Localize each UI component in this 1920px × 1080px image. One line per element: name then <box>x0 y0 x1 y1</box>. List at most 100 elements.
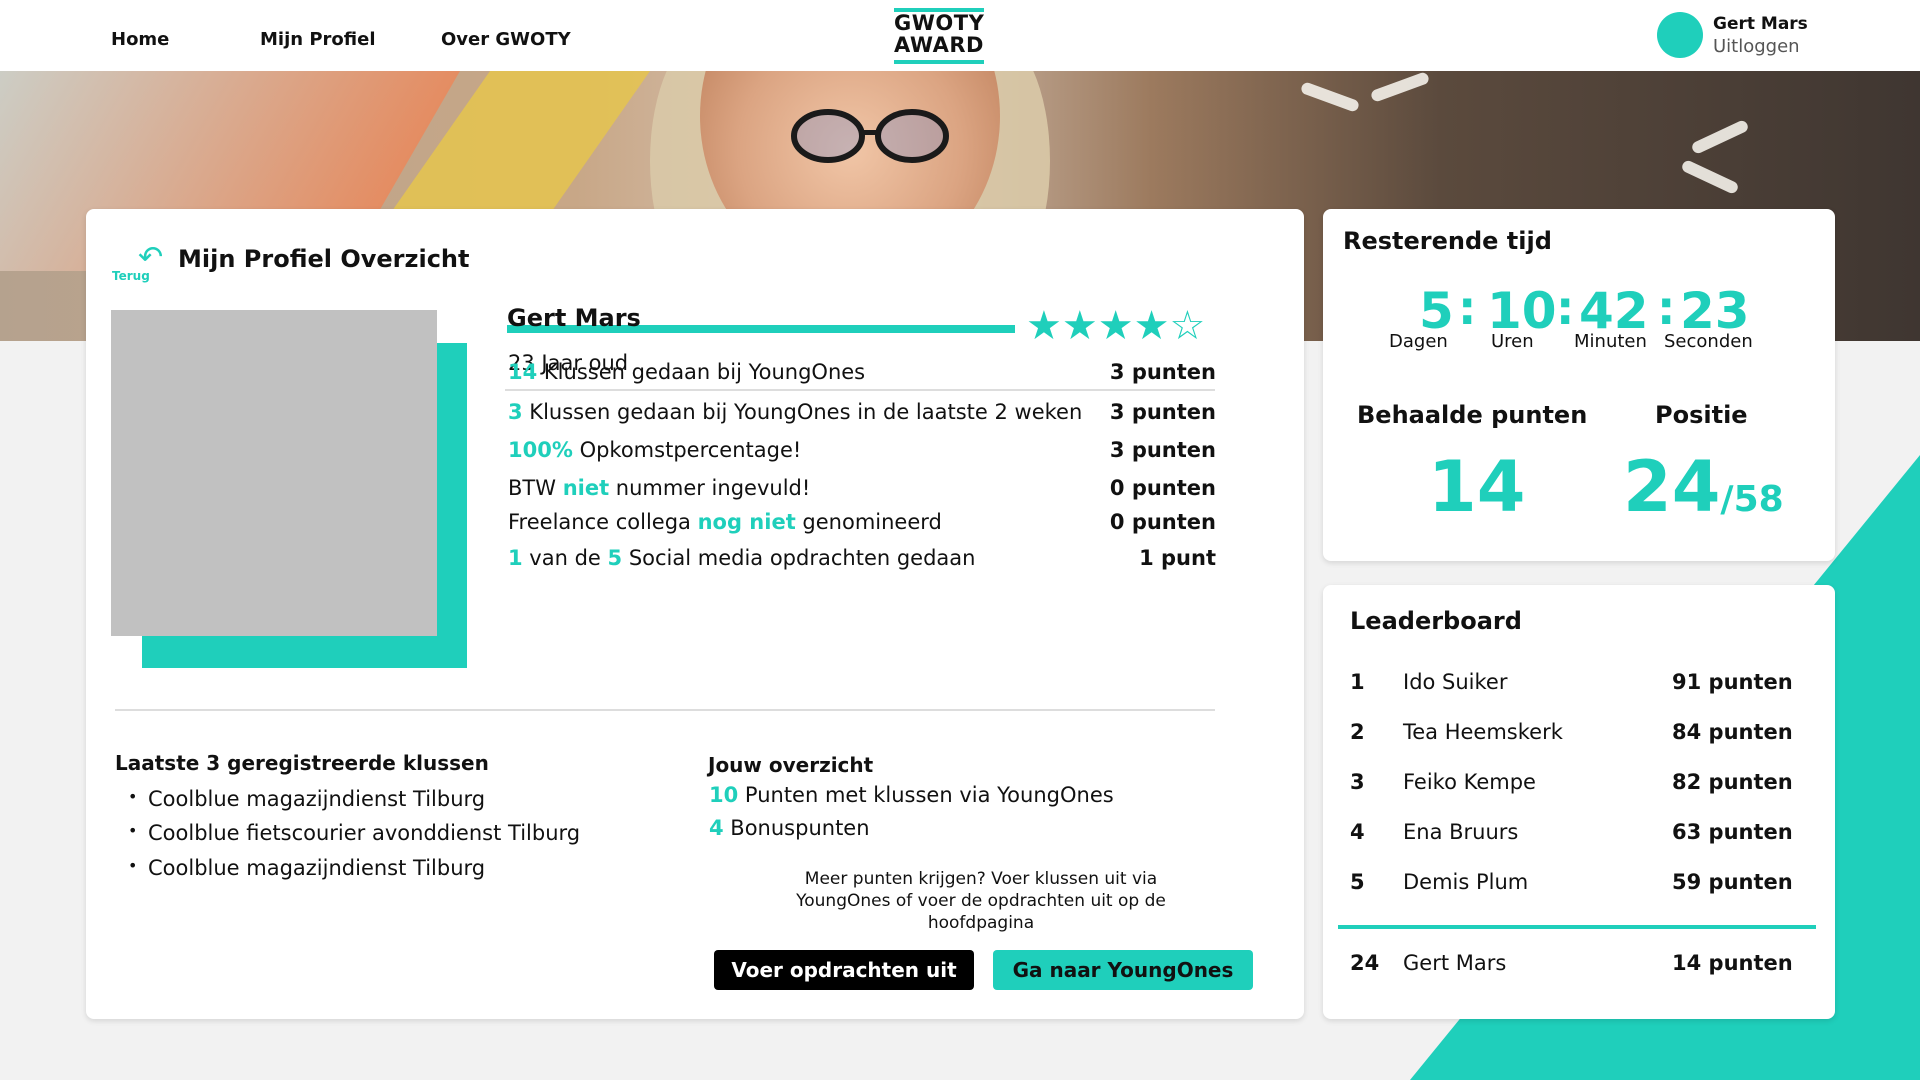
stat-points: 0 punten <box>1109 510 1216 534</box>
divider <box>505 389 1215 391</box>
bullet-icon: • <box>128 787 138 806</box>
logo-line2: AWARD <box>894 33 984 57</box>
own-name: Gert Mars <box>1403 951 1507 975</box>
stat-description: BTW niet nummer ingevuld! <box>508 476 810 500</box>
leaderboard-points: 84 punten <box>1672 720 1793 744</box>
profile-name: Gert Mars <box>507 304 641 332</box>
leaderboard-rank: 5 <box>1350 870 1365 894</box>
stat-row: BTW niet nummer ingevuld! 0 punten <box>508 476 1216 500</box>
bullet-icon: • <box>128 821 138 840</box>
leaderboard-points: 91 punten <box>1672 670 1793 694</box>
position-total: /58 <box>1720 479 1784 520</box>
stat-highlight: nog niet <box>697 510 796 534</box>
recent-job-item: • Coolblue magazijndienst Tilburg <box>128 787 485 811</box>
leaderboard-title: Leaderboard <box>1350 607 1522 635</box>
stat-points: 3 punten <box>1109 360 1216 384</box>
countdown-separator: : <box>1458 281 1477 335</box>
seconds-label: Seconden <box>1664 331 1753 352</box>
hero-light-shape <box>1680 158 1740 196</box>
stat-row: 14 Klussen gedaan bij YoungOnes 3 punten <box>508 360 1216 384</box>
hero-light-shape <box>1369 71 1431 103</box>
back-label: Terug <box>112 269 150 283</box>
position-value: 24/58 <box>1623 447 1784 540</box>
leaderboard-points: 63 punten <box>1672 820 1793 844</box>
stat-row: Freelance collega nog niet genomineerd 0 … <box>508 510 1216 534</box>
stat-text: Klussen gedaan bij YoungOnes <box>537 360 866 384</box>
hours-label: Uren <box>1491 331 1534 352</box>
user-name: Gert Mars <box>1713 14 1808 34</box>
stat-highlight: 5 <box>607 546 623 570</box>
stat-text: nummer ingevuld! <box>609 476 811 500</box>
leaderboard-rank: 4 <box>1350 820 1365 844</box>
position-label: Positie <box>1655 401 1748 429</box>
stat-points: 3 punten <box>1109 400 1216 424</box>
overview-item: 4 Bonuspunten <box>709 816 870 840</box>
leaderboard-points: 82 punten <box>1672 770 1793 794</box>
leaderboard-name: Feiko Kempe <box>1403 770 1536 794</box>
stat-highlight: niet <box>562 476 610 500</box>
stat-row: 1 van de 5 Social media opdrachten gedaa… <box>508 546 1216 570</box>
stat-row: 100% Opkomstpercentage! 3 punten <box>508 438 1216 462</box>
star-rating: ★★★★☆ <box>1026 303 1206 349</box>
overview-item: 10 Punten met klussen via YoungOnes <box>709 783 1114 807</box>
stat-row: 3 Klussen gedaan bij YoungOnes in de laa… <box>508 400 1216 424</box>
overview-title: Jouw overzicht <box>708 753 874 777</box>
divider <box>115 709 1215 711</box>
nav-home-link[interactable]: Home <box>111 29 169 50</box>
days-label: Dagen <box>1389 331 1448 352</box>
leaderboard-name: Ena Bruurs <box>1403 820 1519 844</box>
bullet-icon: • <box>128 856 138 875</box>
stat-highlight: 100% <box>508 438 573 462</box>
leaderboard-name: Ido Suiker <box>1403 670 1508 694</box>
leaderboard-rank: 1 <box>1350 670 1365 694</box>
remaining-time-card: Resterende tijd 5 : 10 : 42 : 23 Dagen U… <box>1323 209 1835 561</box>
stat-points: 0 punten <box>1109 476 1216 500</box>
countdown-separator: : <box>1657 281 1676 335</box>
minutes-label: Minuten <box>1574 331 1647 352</box>
own-points: 14 punten <box>1672 951 1793 975</box>
stat-description: 14 Klussen gedaan bij YoungOnes <box>508 360 865 384</box>
overview-text: Bonuspunten <box>723 816 870 840</box>
page-title: Mijn Profiel Overzicht <box>178 245 470 273</box>
profile-photo-placeholder <box>111 310 437 636</box>
overview-text: Punten met klussen via YoungOnes <box>738 783 1114 807</box>
user-avatar[interactable] <box>1657 12 1703 58</box>
stat-description: 100% Opkomstpercentage! <box>508 438 801 462</box>
go-to-youngones-button[interactable]: Ga naar YoungOnes <box>993 950 1253 990</box>
remaining-time-title: Resterende tijd <box>1343 227 1552 255</box>
stat-highlight: 1 <box>508 546 523 570</box>
overview-number: 4 <box>709 816 724 840</box>
leaderboard-rank: 3 <box>1350 770 1365 794</box>
stat-text: Social media opdrachten gedaan <box>622 546 976 570</box>
stat-description: Freelance collega nog niet genomineerd <box>508 510 942 534</box>
recent-job-item: • Coolblue fietscourier avonddienst Tilbu… <box>128 821 581 845</box>
do-tasks-button[interactable]: Voer opdrachten uit <box>714 950 974 990</box>
back-button[interactable]: ↶ Terug <box>112 243 172 284</box>
gwoty-award-logo[interactable]: GWOTY AWARD <box>894 8 984 64</box>
hero-glasses-shape <box>791 109 949 163</box>
own-rank: 24 <box>1350 951 1380 975</box>
stat-text: Opkomstpercentage! <box>572 438 802 462</box>
logo-line1: GWOTY <box>894 11 985 35</box>
points-earned-value: 14 <box>1428 446 1526 528</box>
top-navigation-bar: Home Mijn Profiel Over GWOTY GWOTY AWARD… <box>0 0 1920 71</box>
recent-job-item: • Coolblue magazijndienst Tilburg <box>128 856 485 880</box>
nav-about-link[interactable]: Over GWOTY <box>441 29 571 50</box>
leaderboard-card: Leaderboard 1 Ido Suiker 91 punten 2 Tea Hee… <box>1323 585 1835 1019</box>
stat-text: van de <box>522 546 608 570</box>
profile-overview-card: ↶ Terug Mijn Profiel Overzicht Gert Mars… <box>86 209 1304 1019</box>
stat-highlight: 3 <box>508 400 523 424</box>
stat-points: 1 punt <box>1139 546 1216 570</box>
stat-highlight: 14 <box>508 360 538 384</box>
recent-job-label: Coolblue fietscourier avonddienst Tilbur… <box>148 821 581 845</box>
points-earned-label: Behaalde punten <box>1357 401 1588 429</box>
stat-points: 3 punten <box>1109 438 1216 462</box>
nav-profile-link[interactable]: Mijn Profiel <box>260 29 376 50</box>
logout-link[interactable]: Uitloggen <box>1713 36 1800 57</box>
stat-text: Freelance collega <box>508 510 698 534</box>
more-points-hint: Meer punten krijgen? Voer klussen uit vi… <box>796 869 1166 933</box>
stat-text: BTW <box>508 476 563 500</box>
overview-number: 10 <box>709 783 739 807</box>
stat-text: genomineerd <box>795 510 942 534</box>
recent-jobs-title: Laatste 3 geregistreerde klussen <box>115 751 489 775</box>
